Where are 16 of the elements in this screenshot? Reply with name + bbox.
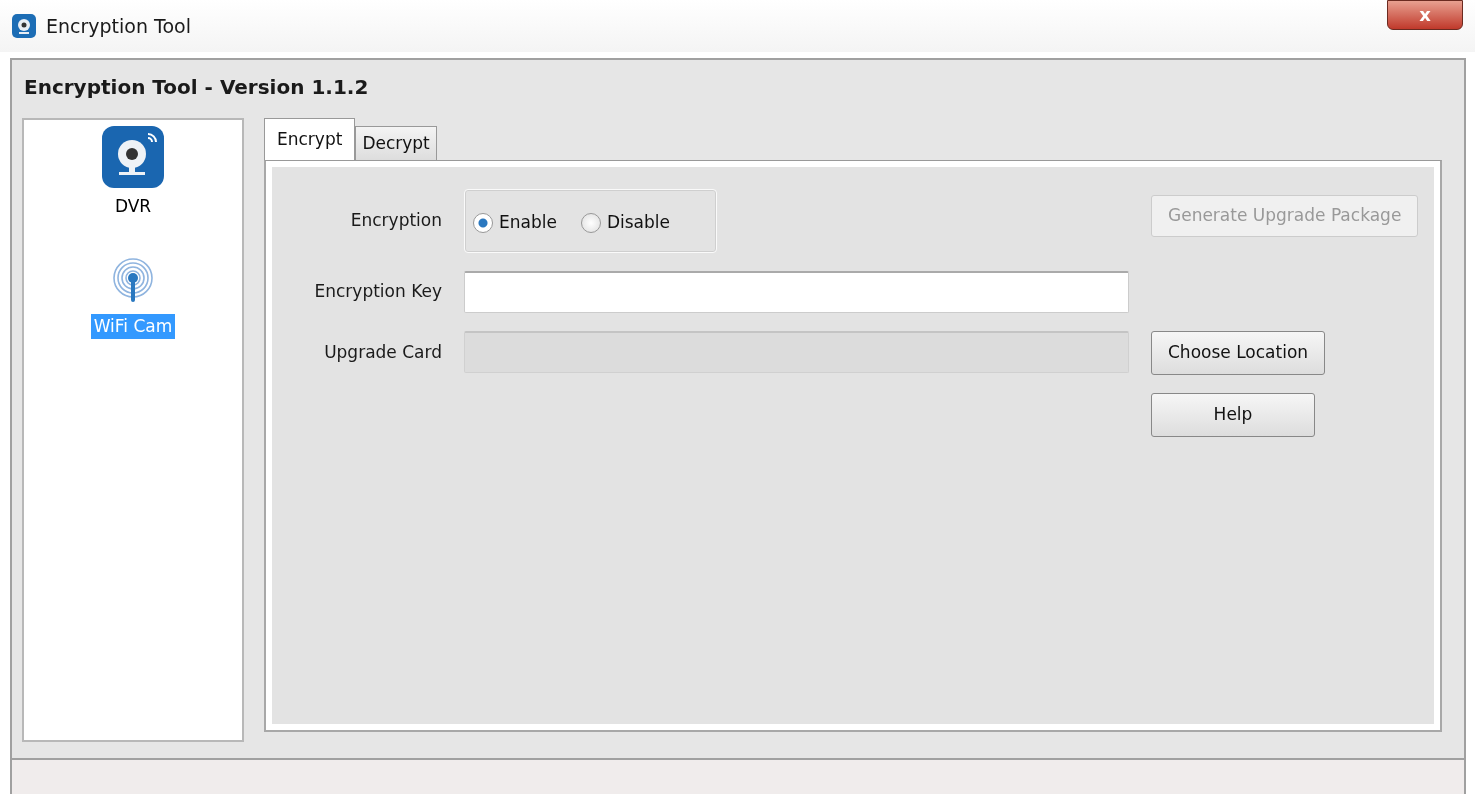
- field-label: Encryption: [349, 209, 442, 232]
- close-button[interactable]: x: [1387, 0, 1463, 30]
- button[interactable]: Choose Location: [1151, 330, 1326, 375]
- field-label: Encryption Key: [313, 279, 442, 303]
- input-field[interactable]: [464, 270, 1129, 313]
- radio-option[interactable]: Enable: [473, 210, 557, 236]
- sidebar-item[interactable]: DVR: [102, 126, 164, 220]
- tab[interactable]: Decrypt: [355, 126, 437, 160]
- app-heading: Encryption Tool - Version 1.1.2: [23, 74, 370, 101]
- webcam-icon: [102, 126, 164, 188]
- field-label: Upgrade Card: [323, 340, 442, 364]
- app-icon: [12, 14, 36, 38]
- button[interactable]: Help: [1151, 392, 1315, 437]
- radio-option[interactable]: Disable: [580, 210, 670, 236]
- tab[interactable]: Encrypt: [264, 118, 356, 160]
- window-title: Encryption Tool: [46, 13, 191, 39]
